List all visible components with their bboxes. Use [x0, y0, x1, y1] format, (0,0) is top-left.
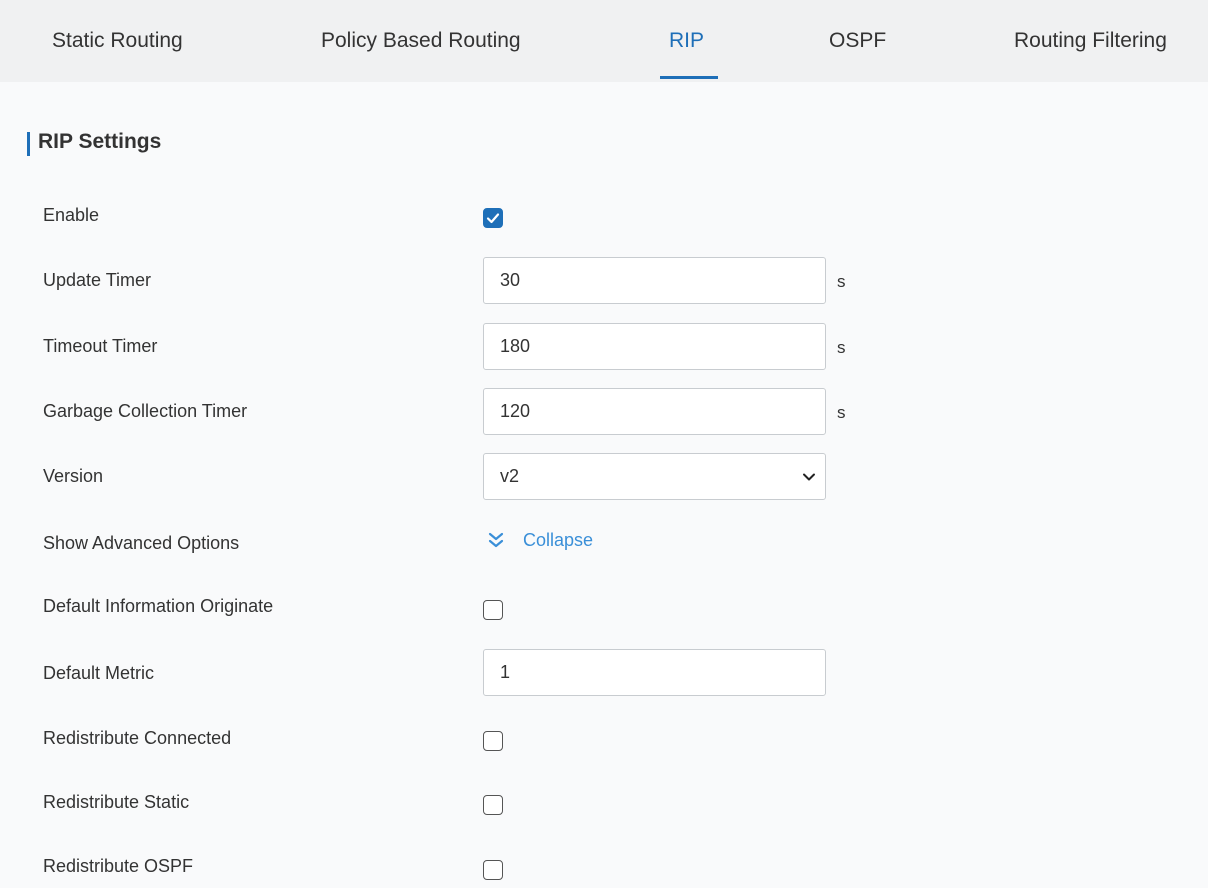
version-selected-value: v2 [500, 466, 520, 486]
redistribute-static-label: Redistribute Static [43, 792, 190, 812]
enable-label: Enable [43, 205, 100, 225]
active-tab-indicator [660, 76, 718, 79]
timeout-timer-unit: s [837, 338, 846, 357]
update-timer-unit: s [837, 272, 846, 291]
garbage-collection-timer-input[interactable]: 120 [483, 388, 826, 435]
default-metric-label: Default Metric [43, 663, 155, 683]
redistribute-static-checkbox[interactable] [483, 795, 503, 815]
timeout-timer-input[interactable]: 180 [483, 323, 826, 370]
redistribute-ospf-checkbox[interactable] [483, 860, 503, 880]
default-info-originate-checkbox[interactable] [483, 600, 503, 620]
version-select[interactable]: v2 [483, 453, 826, 500]
checkmark-icon [486, 213, 500, 224]
update-timer-label: Update Timer [43, 270, 152, 290]
timeout-timer-label: Timeout Timer [43, 336, 158, 356]
chevron-down-icon [803, 473, 815, 481]
advanced-options-label: Show Advanced Options [43, 533, 240, 553]
tab-rip[interactable]: RIP [669, 0, 704, 82]
garbage-collection-timer-label: Garbage Collection Timer [43, 401, 248, 421]
default-info-originate-label: Default Information Originate [43, 596, 274, 616]
tab-policy-based-routing[interactable]: Policy Based Routing [321, 0, 521, 82]
update-timer-input[interactable]: 30 [483, 257, 826, 304]
tab-static-routing[interactable]: Static Routing [52, 0, 183, 82]
garbage-collection-timer-unit: s [837, 403, 846, 422]
tab-bar: Static Routing Policy Based Routing RIP … [0, 0, 1208, 82]
section-accent-bar [27, 132, 30, 156]
redistribute-connected-label: Redistribute Connected [43, 728, 232, 748]
enable-checkbox[interactable] [483, 208, 503, 228]
collapse-link-text: Collapse [523, 530, 594, 550]
default-metric-input[interactable]: 1 [483, 649, 826, 696]
tab-routing-filtering[interactable]: Routing Filtering [1014, 0, 1167, 82]
section-title: RIP Settings [38, 130, 162, 153]
version-label: Version [43, 466, 104, 486]
redistribute-ospf-label: Redistribute OSPF [43, 856, 194, 876]
tab-ospf[interactable]: OSPF [829, 0, 886, 82]
double-chevron-down-icon [488, 532, 504, 548]
redistribute-connected-checkbox[interactable] [483, 731, 503, 751]
